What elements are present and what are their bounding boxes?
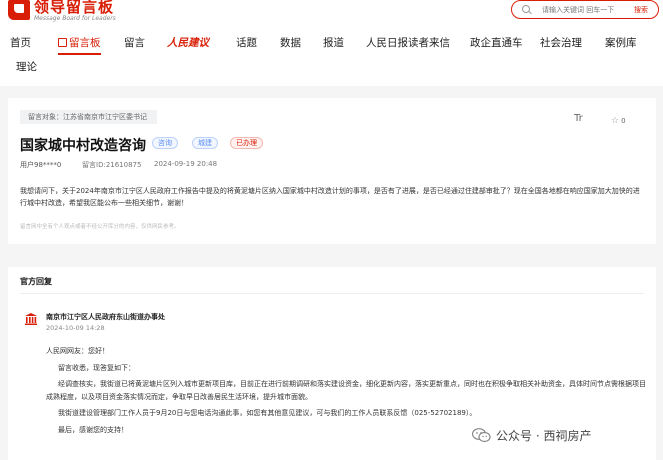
nav-item-data[interactable]: 数据 <box>280 35 301 50</box>
reply-greeting: 人民网网友：您好！ <box>46 345 650 358</box>
nav-item-topics[interactable]: 话题 <box>236 35 257 50</box>
watermark-text: 公众号 · 西祠房产 <box>496 427 591 444</box>
reply-paragraph: 留言收悉，现答复如下： <box>46 362 650 375</box>
nav-label: 留言板 <box>69 37 101 49</box>
nav-item-home[interactable]: 首页 <box>10 35 31 50</box>
logo-subtitle: Message Board for Leaders <box>34 16 116 22</box>
message-date: 2024-09-19 20:48 <box>154 160 217 168</box>
tag-category[interactable]: 咨询 <box>152 137 178 149</box>
message-user: 用户98****0 <box>20 160 61 170</box>
wechat-watermark: 公众号 · 西祠房产 <box>472 427 591 444</box>
site-logo[interactable]: 领导留言板 Message Board for Leaders <box>8 0 116 22</box>
nav-item-theory[interactable]: 理论 <box>16 59 37 74</box>
tag-field[interactable]: 城建 <box>192 137 218 149</box>
message-id: 留言ID:21610875 <box>82 160 141 170</box>
search-button[interactable]: 搜索 <box>634 5 648 15</box>
search-box: 搜索 <box>511 0 659 19</box>
search-icon[interactable] <box>520 3 534 17</box>
message-card: 留言对象：江苏省南京市江宁区委书记 国家城中村改造咨询 咨询 城建 已办理 Tr… <box>8 98 656 244</box>
like-count: 0 <box>621 117 625 125</box>
wechat-icon <box>472 428 491 443</box>
search-input[interactable] <box>542 6 632 14</box>
nav-item-reports[interactable]: 报道 <box>323 35 344 50</box>
reply-body: 人民网网友：您好！ 留言收悉，现答复如下： 经调查核实，我街道已将黄泥塘片区列入… <box>46 345 650 436</box>
logo-title: 领导留言板 <box>34 0 116 15</box>
message-content: 我想请问下，关于2024年南京市江宁区人民政府工作报告中提及的将黄泥塘片区纳入国… <box>20 185 646 209</box>
nav-item-social-governance[interactable]: 社会治理 <box>540 35 582 50</box>
font-size-toggle[interactable]: Tr <box>574 113 583 124</box>
nav-item-case-library[interactable]: 案例库 <box>605 35 637 50</box>
reply-divider <box>20 293 644 294</box>
message-target: 留言对象：江苏省南京市江宁区委书记 <box>20 110 157 124</box>
status-badge: 已办理 <box>230 137 263 149</box>
star-icon: ☆ <box>611 116 619 126</box>
government-building-icon <box>24 312 38 326</box>
active-tab-indicator <box>58 53 101 55</box>
nav-item-leave-message[interactable]: 留言 <box>124 35 145 50</box>
reply-heading: 官方回复 <box>20 276 52 287</box>
site-header: 领导留言板 Message Board for Leaders 搜索 首页 留言… <box>0 0 663 86</box>
reply-paragraph: 经调查核实，我街道已将黄泥塘片区列入城市更新项目库，目前正在进行前期调研和落实建… <box>46 378 650 403</box>
message-disclaimer: 留言网中全有个人观点或者不经公开库分的内容，仅供网民参考。 <box>20 222 180 230</box>
nav-item-reader-letters[interactable]: 人民日报读者来信 <box>366 35 450 50</box>
message-board-icon <box>58 38 67 47</box>
nav-item-message-board[interactable]: 留言板 <box>58 35 101 50</box>
logo-icon <box>8 0 30 20</box>
nav-item-people-suggestion[interactable]: 人民建议 <box>167 35 209 50</box>
reply-paragraph: 我街道建设管理部门工作人员于9月20日与您电话沟通此事，如您有其他意见建议，可与… <box>46 407 650 420</box>
reply-date: 2024-10-09 14:28 <box>46 324 105 332</box>
like-button[interactable]: ☆ 0 <box>611 116 626 126</box>
nav-item-enterprise-express[interactable]: 政企直通车 <box>470 35 523 50</box>
reply-organization: 南京市江宁区人民政府东山街道办事处 <box>46 312 165 322</box>
message-title: 国家城中村改造咨询 <box>20 135 146 155</box>
